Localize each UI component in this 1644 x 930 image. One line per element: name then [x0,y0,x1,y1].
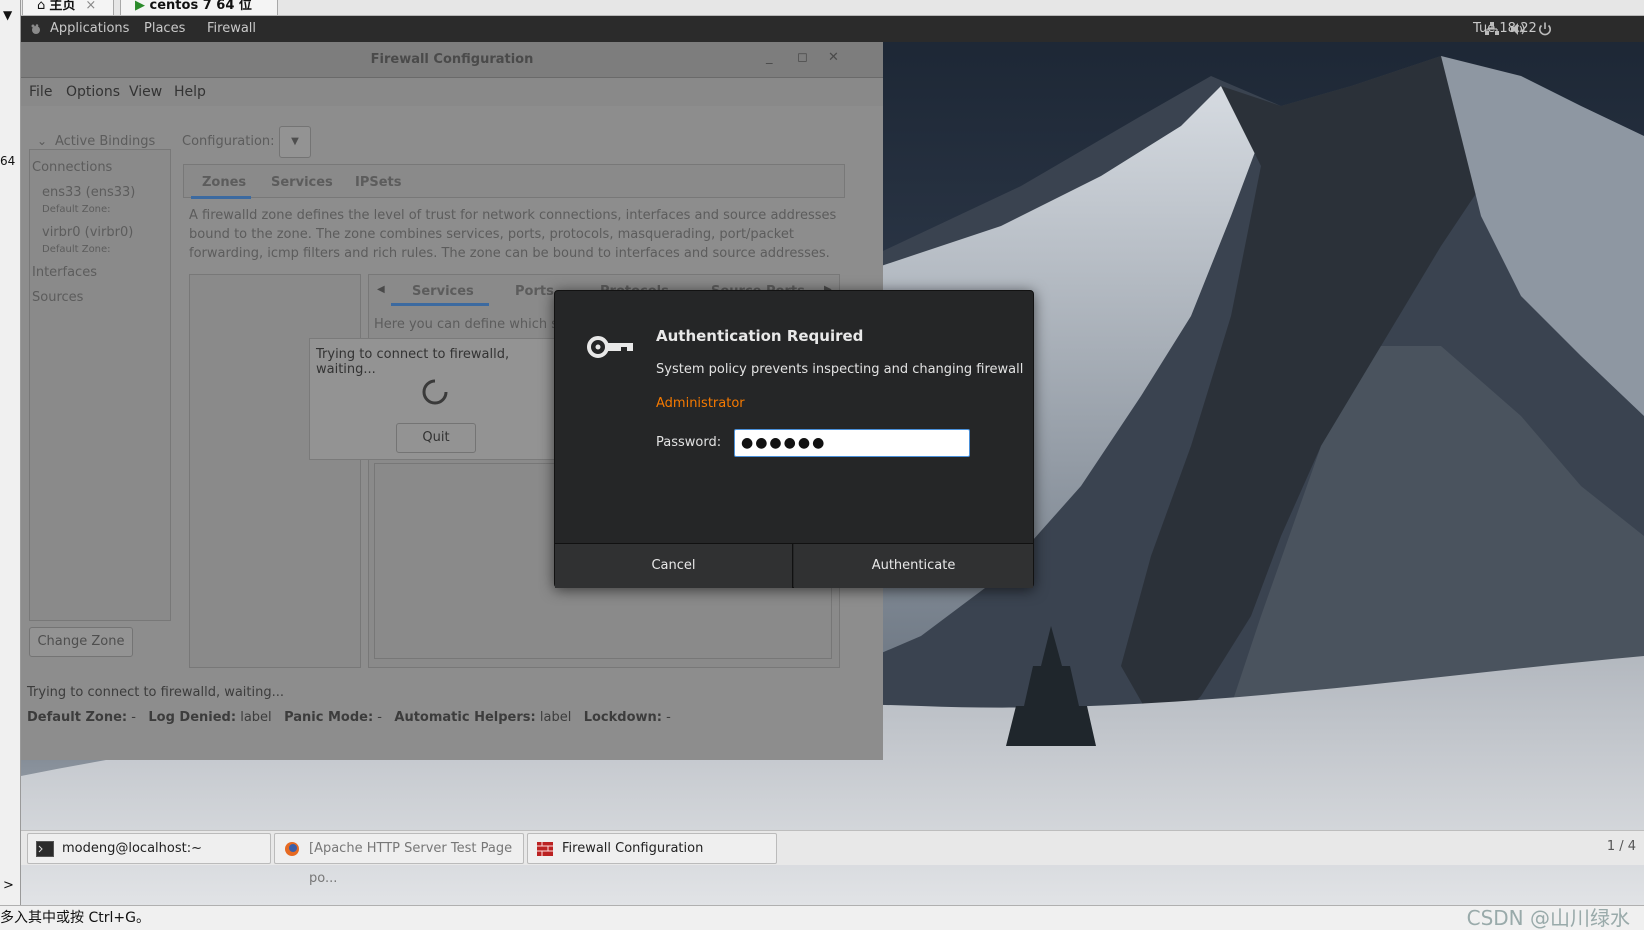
quit-button[interactable]: Quit [396,423,476,453]
status-key: Default Zone: [27,710,128,725]
dialog-message: System policy prevents inspecting and ch… [656,362,1024,377]
host-tab-home[interactable]: ⌂ 主页 × [22,0,114,15]
gnome-top-bar: Applications Places Firewall Tue 18:22 [21,16,1644,42]
status-key: Log Denied: [148,710,237,725]
volume-icon[interactable] [1510,22,1526,36]
active-tab-indicator [191,196,251,199]
chevron-down-icon: ▼ [291,136,299,147]
connection-zone: Default Zone: [42,204,111,215]
taskbar: modeng@localhost:~ [Apache HTTP Server T… [21,830,1644,886]
status-key: Lockdown: [583,710,662,725]
interfaces-header[interactable]: Interfaces [32,265,97,280]
task-firefox[interactable]: [Apache HTTP Server Test Page po... [274,833,524,886]
connection-name[interactable]: ens33 (ens33) [42,185,135,200]
terminal-icon [36,841,54,857]
host-status-text: 多入其中或按 Ctrl+G。 [0,910,150,926]
host-tab-bar: ⌂ 主页× ▶ centos 7 64 位× [0,0,1644,16]
network-icon[interactable] [1484,22,1500,36]
tab-ipsets[interactable]: IPSets [355,175,402,190]
window-title: Firewall Configuration [370,52,534,67]
status-value: - [666,710,671,725]
close-icon[interactable]: ✕ [828,50,839,65]
task-terminal[interactable]: modeng@localhost:~ [27,833,271,864]
authenticate-button[interactable]: Authenticate [794,544,1033,588]
clock[interactable]: Tue 18:22 [1473,16,1537,42]
top-tab-bar: Zones Services IPSets [183,164,845,198]
chevron-down-icon[interactable]: ⌄ [37,134,47,148]
auth-dialog: Authentication Required System policy pr… [554,290,1034,588]
host-tab-vm[interactable]: ▶ centos 7 64 位× [120,0,278,15]
close-icon[interactable]: × [85,0,96,13]
firewall-titlebar[interactable]: Firewall Configuration _ ◻ ✕ [21,42,883,78]
status-value: label [240,710,272,725]
cancel-button[interactable]: Cancel [555,544,793,588]
configuration-dropdown[interactable]: ▼ [279,126,311,158]
status-key: Automatic Helpers: [394,710,536,725]
user-label[interactable]: Administrator [656,396,745,411]
scroll-left-icon[interactable]: ◀ [377,284,385,295]
status-fields: Default Zone: - Log Denied: label Panic … [27,710,671,725]
host-status-bar: 多入其中或按 Ctrl+G。 [0,905,1644,930]
configuration-label: Configuration: [182,134,275,149]
subtab-ports[interactable]: Ports [515,284,554,299]
tab-services[interactable]: Services [271,175,333,190]
maximize-icon[interactable]: ◻ [797,50,808,65]
subtab-services[interactable]: Services [412,284,474,299]
workspace-pager[interactable]: 1 / 4 [1607,839,1636,854]
vm-icon: ▶ [135,0,150,13]
services-hint: Here you can define which se [374,317,567,332]
host-sidebar: ▼ 64 > [0,0,21,905]
power-icon[interactable] [1537,22,1553,36]
watermark: CSDN @山川绿水 [1466,906,1630,930]
expand-arrow-icon[interactable]: > [3,878,14,893]
gnome-foot-icon [31,24,40,34]
host-sidebar-number: 64 [0,154,16,168]
change-zone-button[interactable]: Change Zone [29,627,133,657]
key-icon [587,336,633,358]
status-key: Panic Mode: [284,710,374,725]
connections-header: Connections [32,160,113,175]
tab-zones[interactable]: Zones [202,175,246,190]
menu-view[interactable]: View [129,84,162,100]
status-line: Trying to connect to firewalld, waiting.… [27,685,285,700]
home-icon: ⌂ [37,0,50,13]
places-menu[interactable]: Places [144,16,185,42]
firewall-app-menu[interactable]: Firewall [207,16,256,42]
menu-bar: File Options View Help [21,78,883,106]
firefox-icon [285,842,299,856]
bindings-list: Connections ens33 (ens33) Default Zone: … [29,149,171,621]
connecting-text: Trying to connect to firewalld, waiting.… [316,347,510,377]
zones-list[interactable] [189,274,361,668]
password-field[interactable] [734,429,970,457]
status-value: - [377,710,382,725]
firewall-icon [537,842,553,856]
active-bindings-toggle[interactable]: Active Bindings [55,134,155,149]
dropdown-arrow-icon[interactable]: ▼ [3,8,12,22]
menu-options[interactable]: Options [66,84,120,100]
password-label: Password: [656,435,722,450]
connection-zone: Default Zone: [42,244,111,255]
task-firewall[interactable]: Firewall Configuration [527,833,777,864]
menu-file[interactable]: File [29,84,52,100]
dialog-title: Authentication Required [656,327,864,345]
status-value: - [131,710,136,725]
spinner-icon [422,379,448,405]
dialog-button-row: Cancel Authenticate [555,543,1033,588]
connecting-popup: Trying to connect to firewalld, waiting.… [309,338,567,460]
menu-help[interactable]: Help [174,84,206,100]
sources-header[interactable]: Sources [32,290,83,305]
zone-description: A firewalld zone defines the level of tr… [189,208,837,261]
minimize-icon[interactable]: _ [766,50,773,65]
connection-name[interactable]: virbr0 (virbr0) [42,225,133,240]
status-value: label [539,710,572,725]
applications-menu[interactable]: Applications [50,16,129,42]
active-subtab-indicator [391,303,489,306]
